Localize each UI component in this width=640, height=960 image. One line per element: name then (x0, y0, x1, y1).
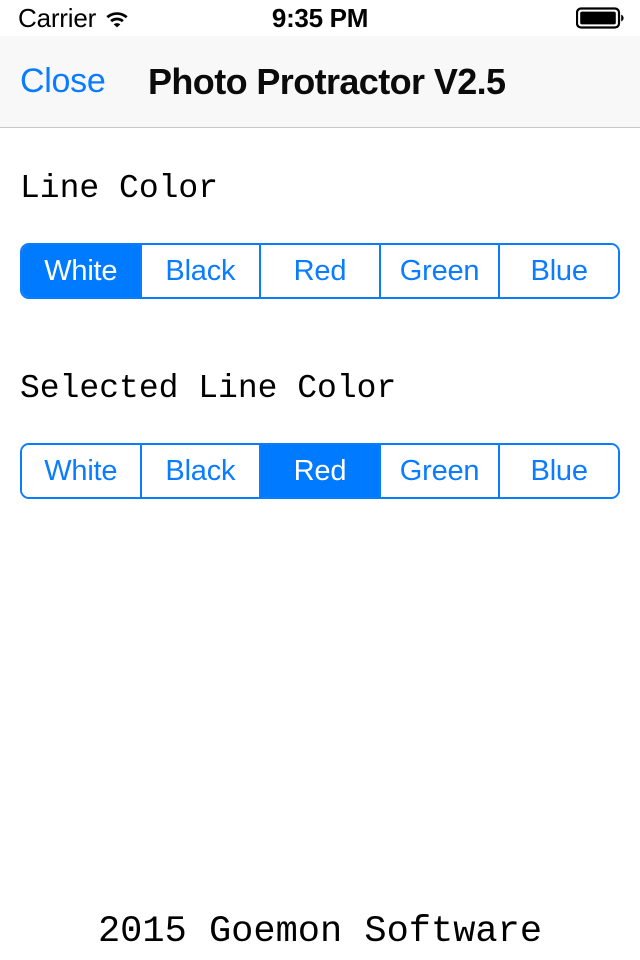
close-button[interactable]: Close (20, 36, 106, 127)
line-color-segment-black[interactable]: Black (139, 245, 260, 297)
selected-line-color-label: Selected Line Color (20, 370, 397, 407)
line-color-label: Line Color (20, 170, 219, 207)
selected-line-color-segment-black[interactable]: Black (139, 445, 260, 497)
line-color-segment-blue[interactable]: Blue (498, 245, 618, 297)
selected-line-color-segmented-control[interactable]: White Black Red Green Blue (20, 443, 620, 499)
settings-content: Line Color White Black Red Green Blue Se… (0, 128, 640, 960)
status-bar: Carrier 9:35 PM (0, 0, 640, 36)
line-color-segment-white[interactable]: White (22, 245, 140, 297)
selected-line-color-segment-red[interactable]: Red (259, 445, 379, 497)
line-color-segment-green[interactable]: Green (378, 245, 499, 297)
line-color-segmented-control[interactable]: White Black Red Green Blue (20, 243, 620, 299)
status-bar-right (576, 0, 624, 36)
status-bar-time: 9:35 PM (271, 2, 369, 33)
battery-full-icon (576, 7, 624, 29)
selected-line-color-segment-white[interactable]: White (22, 445, 140, 497)
app-screen: Carrier 9:35 PM Close Photo Protractor V… (0, 0, 640, 960)
line-color-segment-red[interactable]: Red (259, 245, 379, 297)
page-title: Photo Protractor V2.5 (148, 60, 506, 102)
navigation-bar: Close Photo Protractor V2.5 (0, 36, 640, 128)
copyright-footer: 2015 Goemon Software (97, 911, 543, 953)
selected-line-color-segment-blue[interactable]: Blue (498, 445, 618, 497)
selected-line-color-segment-green[interactable]: Green (378, 445, 499, 497)
